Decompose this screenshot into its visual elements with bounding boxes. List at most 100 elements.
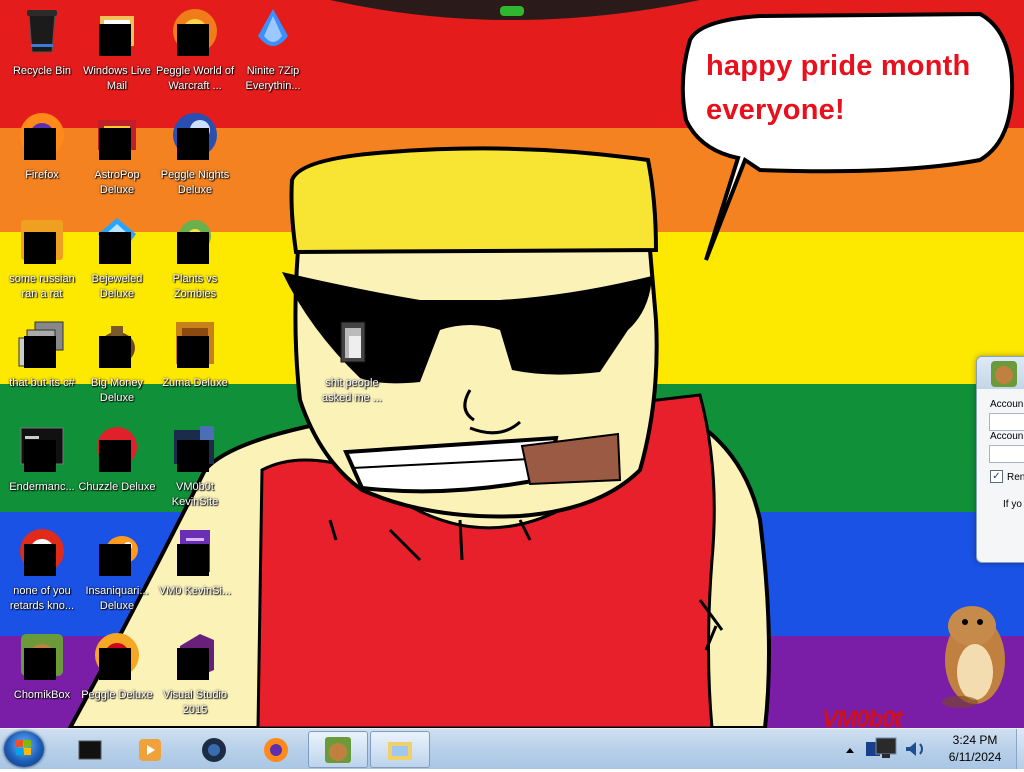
desktop[interactable]: happy pride month everyone! VM0b0t Recyc… xyxy=(0,0,1024,728)
desktop-icon[interactable]: Peggle World of Warcraft ... xyxy=(155,6,235,110)
redaction-box xyxy=(99,440,131,472)
desktop-icon-label: Ninite 7Zip Everythin... xyxy=(245,65,301,92)
redaction-box xyxy=(24,128,56,160)
redaction-box xyxy=(99,232,131,264)
desktop-icon-label: Visual Studio 2015 xyxy=(162,689,227,716)
top-arc-led xyxy=(500,6,524,16)
show-desktop-button[interactable] xyxy=(1016,729,1024,769)
media-player-icon xyxy=(135,735,165,765)
desktop-icon[interactable]: Chuzzle Deluxe xyxy=(77,422,157,526)
desktop-icon[interactable]: Insaniquari... Deluxe xyxy=(77,526,157,630)
redaction-box xyxy=(24,336,56,368)
desktop-icon[interactable]: Recycle Bin xyxy=(2,6,82,110)
redaction-box xyxy=(24,544,56,576)
redaction-box xyxy=(177,440,209,472)
taskbar-item-terminal[interactable] xyxy=(60,731,120,768)
dialog-account-label-1: Accoun xyxy=(990,399,1024,410)
start-button[interactable] xyxy=(4,731,44,767)
desktop-icon[interactable]: Zuma Deluxe xyxy=(155,318,235,422)
redaction-box xyxy=(99,336,131,368)
figure-hair xyxy=(289,146,659,255)
desktop-icon[interactable]: Windows Live Mail xyxy=(77,6,157,110)
desktop-icon-label: none of you retards kno... xyxy=(9,585,75,612)
desktop-icon[interactable]: Ninite 7Zip Everythin... xyxy=(233,6,313,110)
desktop-icon-label: Peggle World of Warcraft ... xyxy=(155,65,235,92)
desktop-icon-label: Peggle Deluxe xyxy=(81,689,153,701)
desktop-icon[interactable]: shit people asked me ... xyxy=(312,318,392,422)
partial-dialog-window[interactable]: Accoun Accoun ✓ Ren If yo xyxy=(976,356,1024,563)
desktop-icon[interactable]: Endermanc... xyxy=(2,422,82,526)
redaction-box xyxy=(99,648,131,680)
speech-bubble-text: happy pride month everyone! xyxy=(706,44,996,132)
taskbar-item-firefox[interactable] xyxy=(246,731,306,768)
redaction-box xyxy=(24,440,56,472)
desktop-icon[interactable]: esome russian ran a rat xyxy=(2,214,82,318)
desktop-icon-label: VM0b0t KevinSite xyxy=(171,481,219,508)
desktop-icon-label: Big Money Deluxe xyxy=(91,377,143,404)
chomikbox-icon xyxy=(323,735,353,765)
speech-line-1: happy pride month xyxy=(706,50,971,82)
redaction-box xyxy=(177,128,209,160)
taskbar-item-chomikbox[interactable] xyxy=(308,731,368,768)
desktop-icon-label: ChomikBox xyxy=(13,689,71,701)
desktop-icon[interactable]: that but its c# xyxy=(2,318,82,422)
desktop-icon-label: some russian ran a rat xyxy=(9,273,75,300)
desktop-icon[interactable]: Plants vs Zombies xyxy=(155,214,235,318)
desktop-icon[interactable]: ChomikBox xyxy=(2,630,82,728)
dialog-account-field-1[interactable] xyxy=(989,413,1024,431)
tray-icons xyxy=(846,737,923,758)
redaction-box xyxy=(177,336,209,368)
desktop-icon[interactable]: Big Money Deluxe xyxy=(77,318,157,422)
desktop-icon[interactable]: Bejeweled Deluxe xyxy=(77,214,157,318)
network-icon[interactable] xyxy=(866,737,897,758)
desktop-icon[interactable]: VM0 KevinSi... xyxy=(155,526,235,630)
chomikbox-icon xyxy=(991,361,1017,387)
taskbar-clock[interactable]: 3:24 PM 6/11/2024 xyxy=(940,732,1010,766)
desktop-icon[interactable]: Peggle Deluxe xyxy=(77,630,157,728)
redaction-box xyxy=(99,128,131,160)
clock-date: 6/11/2024 xyxy=(948,750,1002,764)
taskbar-item-media-player[interactable] xyxy=(120,731,180,768)
dialog-remember-checkbox[interactable]: ✓ xyxy=(990,470,1003,483)
recycle-bin-icon xyxy=(17,6,67,56)
desktop-icon-label: Insaniquari... Deluxe xyxy=(85,585,149,612)
desktop-icon-label: VM0 KevinSi... xyxy=(158,585,232,597)
desktop-icon-label: Plants vs Zombies xyxy=(172,273,218,300)
dialog-remember-label: Ren xyxy=(1007,472,1024,483)
explorer-folder-icon xyxy=(385,735,415,765)
black-window-icon xyxy=(75,735,105,765)
redaction-box xyxy=(177,544,209,576)
desktop-icon-label: Recycle Bin xyxy=(12,65,72,77)
dark-globe-icon xyxy=(199,735,229,765)
redaction-box xyxy=(24,648,56,680)
taskbar: 3:24 PM 6/11/2024 xyxy=(0,728,1024,769)
desktop-icon[interactable]: none of you retards kno... xyxy=(2,526,82,630)
taskbar-item-explorer[interactable] xyxy=(370,731,430,768)
redaction-box xyxy=(177,232,209,264)
volume-icon[interactable] xyxy=(906,742,923,756)
desktop-icon-label: Chuzzle Deluxe xyxy=(78,481,156,493)
desktop-icon[interactable]: Firefox xyxy=(2,110,82,214)
redaction-box xyxy=(177,648,209,680)
dialog-footer-text: If yo xyxy=(1003,499,1022,510)
desktop-icon-label: Endermanc... xyxy=(9,481,75,493)
redaction-box xyxy=(24,232,56,264)
ninite-icon xyxy=(248,6,298,56)
desktop-icon-label: Zuma Deluxe xyxy=(162,377,228,389)
show-hidden-icons-chevron[interactable] xyxy=(846,748,854,753)
dialog-account-field-2[interactable] xyxy=(989,445,1024,463)
desktop-icon-label: shit people asked me ... xyxy=(322,377,382,404)
taskbar-item-generic-app[interactable] xyxy=(184,731,244,768)
desktop-icon[interactable]: Visual Studio 2015 xyxy=(155,630,235,728)
folder-icon xyxy=(327,318,377,368)
desktop-icon-label: AstroPop Deluxe xyxy=(94,169,140,196)
hamster-sticker xyxy=(942,606,1005,708)
desktop-icon-label: Windows Live Mail xyxy=(83,65,151,92)
dialog-titlebar[interactable] xyxy=(977,357,1024,389)
desktop-icon[interactable]: Peggle Nights Deluxe xyxy=(155,110,235,214)
desktop-icon[interactable]: VM0b0t KevinSite xyxy=(155,422,235,526)
clock-time: 3:24 PM xyxy=(952,733,998,747)
desktop-icon-label: that but its c# xyxy=(9,377,75,389)
speech-line-2: everyone! xyxy=(706,94,845,126)
desktop-icon[interactable]: AstroPop Deluxe xyxy=(77,110,157,214)
